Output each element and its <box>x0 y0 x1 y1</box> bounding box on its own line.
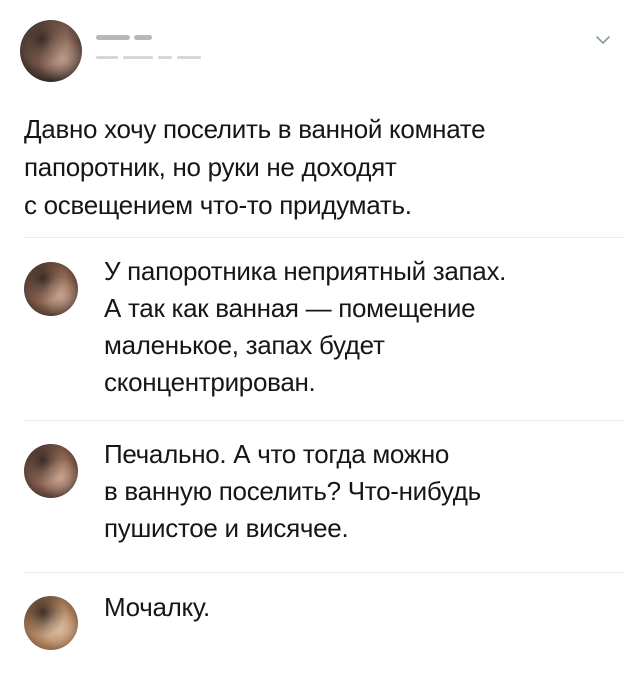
reply-avatar[interactable] <box>24 444 78 498</box>
divider <box>24 420 624 421</box>
reply-text: Мочалку. <box>104 592 210 622</box>
reply-avatar[interactable] <box>24 262 78 316</box>
chevron-down-icon[interactable] <box>593 30 613 50</box>
reply-text: Печально. А что тогда можно в ванную пос… <box>104 439 481 543</box>
post-header <box>0 0 640 100</box>
author-handle-obscured <box>96 56 201 59</box>
reply-avatar[interactable] <box>24 596 78 650</box>
reply-text: У папоротника неприятный запах. А так ка… <box>104 256 507 397</box>
divider <box>24 572 624 573</box>
divider <box>24 237 624 238</box>
post-text: Давно хочу поселить в ванной комнате пап… <box>24 114 486 220</box>
author-name-obscured[interactable] <box>96 32 186 42</box>
author-avatar[interactable] <box>20 20 82 82</box>
